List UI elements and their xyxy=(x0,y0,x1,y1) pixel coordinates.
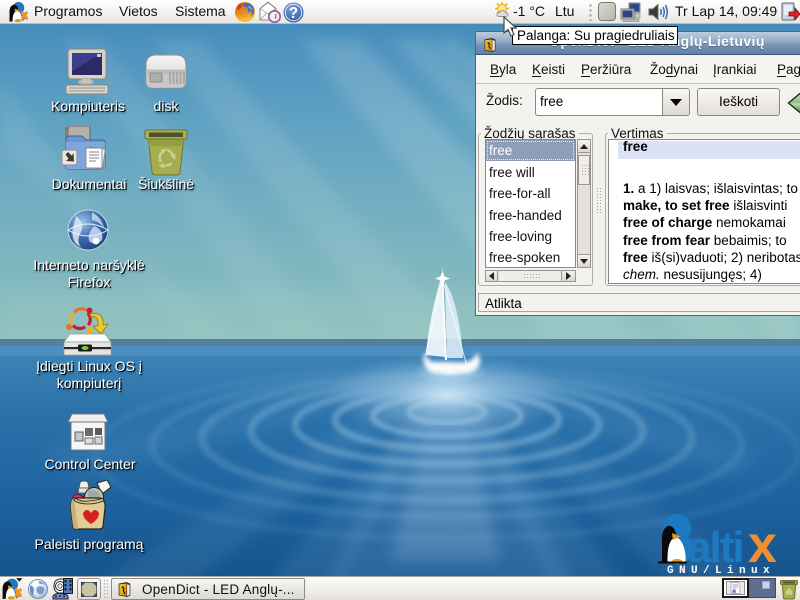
svg-text:?: ? xyxy=(289,5,298,22)
